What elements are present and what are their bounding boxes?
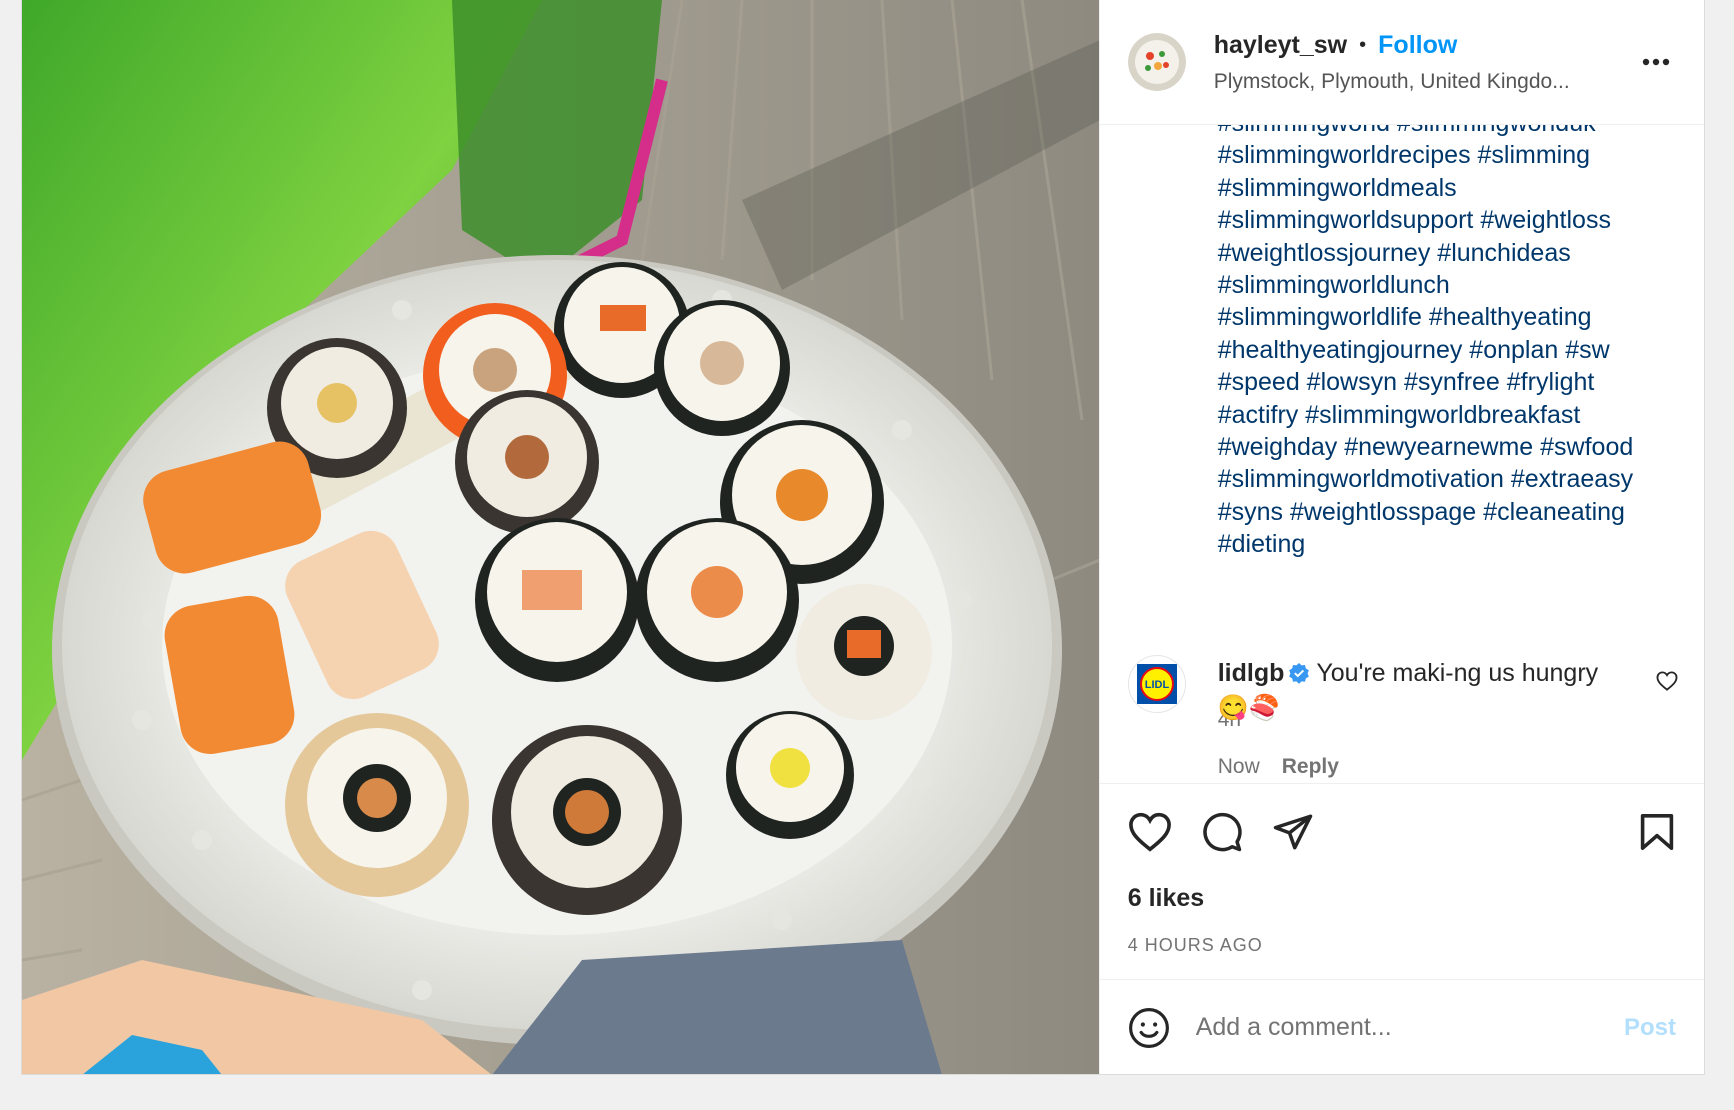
- comment-emojis: 😋🍣: [1217, 694, 1280, 722]
- sushi-plate-image: [22, 0, 1099, 1074]
- share-icon: [1273, 814, 1312, 850]
- comment-heart-icon: [1656, 671, 1678, 691]
- share-button[interactable]: [1272, 812, 1314, 852]
- commenter-avatar[interactable]: LIDL: [1127, 655, 1186, 713]
- emoji-icon: [1128, 1007, 1169, 1048]
- lidl-logo: LIDL: [1136, 664, 1177, 704]
- author-username[interactable]: hayleyt_sw: [1214, 31, 1347, 60]
- more-icon: [1642, 58, 1670, 66]
- comment-username[interactable]: lidlgb: [1218, 659, 1285, 687]
- caption-line[interactable]: #slimmingworldlife #healthyeating: [1218, 301, 1678, 333]
- bookmark-icon: [1640, 814, 1673, 850]
- caption-line[interactable]: #weightlossjourney #lunchideas: [1218, 237, 1678, 269]
- caption-line[interactable]: #dieting: [1218, 528, 1678, 560]
- emoji-button[interactable]: [1128, 1007, 1170, 1049]
- like-button[interactable]: [1128, 812, 1172, 852]
- comment-text: You're maki-ng us hungry: [1316, 659, 1599, 687]
- more-options-button[interactable]: [1636, 42, 1676, 82]
- comments-scroll-area[interactable]: #slimmingworld #slimmingworlduk #slimmin…: [1100, 125, 1704, 783]
- author-avatar-image: [1127, 33, 1186, 91]
- likes-count[interactable]: 6 likes: [1128, 884, 1204, 913]
- post-actions: 6 likes 4 HOURS AGO: [1099, 783, 1704, 979]
- comment-meta: Now Reply: [1218, 755, 1339, 779]
- post-time[interactable]: 4 HOURS AGO: [1128, 935, 1263, 956]
- post-photo[interactable]: [22, 0, 1099, 1074]
- post-sidebar: hayleyt_sw • Follow Plymstock, Plymouth,…: [1098, 0, 1704, 1074]
- heart-icon: [1128, 812, 1171, 852]
- caption-line[interactable]: #slimmingworld #slimmingworlduk: [1218, 125, 1678, 139]
- post-header: hayleyt_sw • Follow Plymstock, Plymouth,…: [1099, 0, 1704, 125]
- save-button[interactable]: [1639, 812, 1675, 852]
- caption-line[interactable]: #slimmingworldmotivation #extraeasy: [1218, 463, 1678, 495]
- verified-icon: [1288, 660, 1310, 692]
- caption-line[interactable]: #slimmingworldsupport #weightloss: [1218, 204, 1678, 236]
- comment-icon: [1202, 812, 1242, 852]
- header-separator: •: [1359, 33, 1367, 56]
- caption-line[interactable]: #syns #weightlosspage #cleaneating: [1218, 496, 1678, 528]
- comment-body: lidlgb You're maki-ng us hungry 😋🍣: [1218, 657, 1638, 724]
- post-dialog: hayleyt_sw • Follow Plymstock, Plymouth,…: [21, 0, 1705, 1075]
- caption-line[interactable]: #speed #lowsyn #synfree #frylight: [1218, 366, 1678, 398]
- caption-line[interactable]: #slimmingworldmeals: [1218, 172, 1678, 204]
- caption-line[interactable]: #slimmingworldrecipes #slimming: [1218, 139, 1678, 171]
- comment-button[interactable]: [1201, 811, 1243, 853]
- caption-line[interactable]: #actifry #slimmingworldbreakfast: [1218, 399, 1678, 431]
- lidl-logo-text: LIDL: [1144, 679, 1169, 691]
- caption-line[interactable]: #weighday #newyearnewme #swfood: [1218, 431, 1678, 463]
- comment-time: Now: [1217, 755, 1260, 778]
- post-location[interactable]: Plymstock, Plymouth, United Kingdo...: [1214, 70, 1614, 94]
- author-avatar[interactable]: [1127, 33, 1186, 91]
- caption-line[interactable]: #healthyeatingjourney #onplan #sw: [1218, 334, 1678, 366]
- post-comment-button[interactable]: Post: [1624, 1014, 1676, 1042]
- follow-button[interactable]: Follow: [1378, 31, 1457, 60]
- add-comment-bar: Post: [1099, 979, 1704, 1074]
- comment-input[interactable]: [1195, 1013, 1624, 1042]
- post-caption: #slimmingworld #slimmingworlduk #slimmin…: [1218, 125, 1678, 561]
- caption-line[interactable]: #slimmingworldlunch: [1218, 269, 1678, 301]
- reply-button[interactable]: Reply: [1282, 755, 1339, 779]
- comment-like-button[interactable]: [1656, 671, 1678, 696]
